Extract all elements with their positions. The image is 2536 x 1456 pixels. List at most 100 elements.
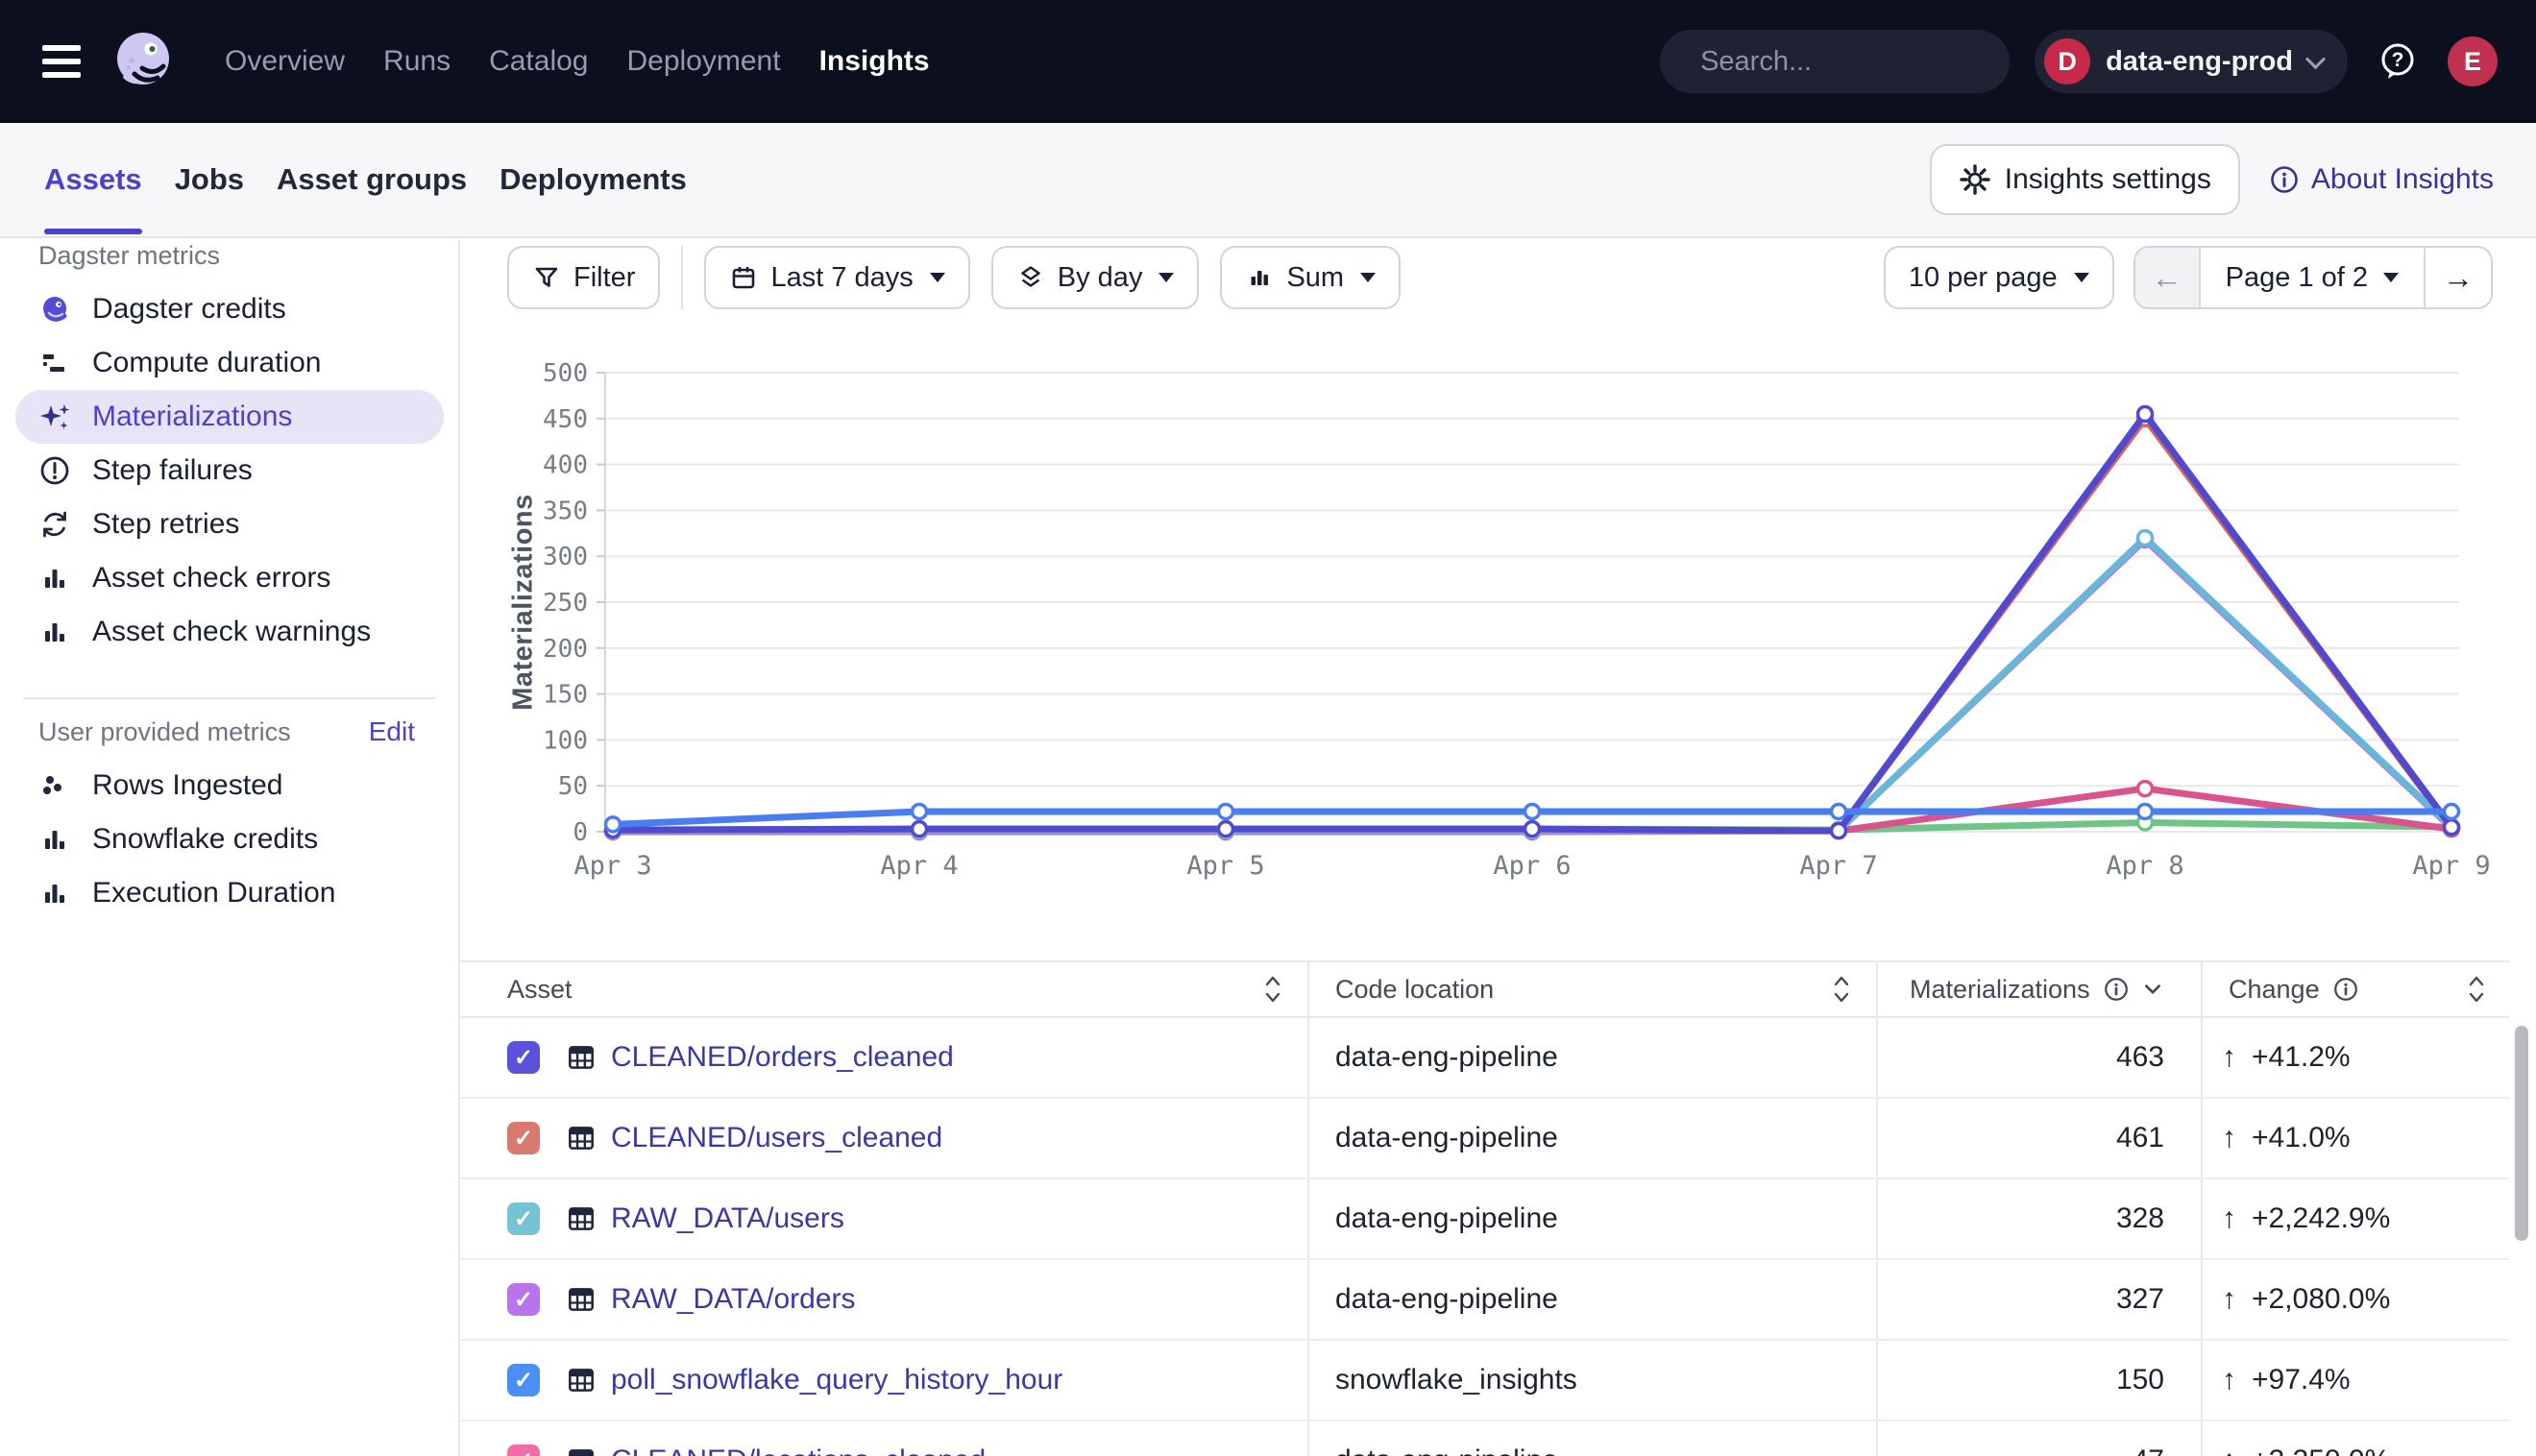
sidebar-item-dagster-credits[interactable]: Dagster credits [15, 282, 444, 336]
dagster-logo[interactable] [106, 24, 181, 99]
info-icon[interactable] [2102, 975, 2131, 1004]
tab-assets[interactable]: Assets [44, 123, 142, 236]
svg-text:450: 450 [543, 405, 588, 434]
code-location-value: data-eng-pipeline [1335, 1122, 1558, 1154]
info-icon[interactable] [2331, 975, 2360, 1004]
svg-text:Apr 4: Apr 4 [880, 851, 958, 881]
date-range-button[interactable]: Last 7 days [704, 246, 969, 309]
help-button[interactable]: ? [2373, 36, 2423, 86]
column-header-materializations[interactable]: Materializations [1910, 975, 2090, 1005]
search-box[interactable]: / [1660, 30, 2010, 93]
table-grid-icon [565, 1444, 597, 1456]
materializations-line-chart: 050100150200250300350400450500Apr 3Apr 4… [500, 336, 2536, 922]
sort-icon[interactable] [1832, 973, 1851, 1006]
svg-text:Apr 5: Apr 5 [1186, 851, 1264, 881]
asset-link[interactable]: poll_snowflake_query_history_hour [611, 1364, 1062, 1396]
caret-down-icon [930, 273, 945, 282]
sidebar-item-rows-ingested[interactable]: Rows Ingested [15, 759, 444, 813]
row-checkbox[interactable]: ✓ [507, 1202, 540, 1235]
table-row: ✓ CLEANED/users_cleaned data-eng-pipelin… [458, 1099, 2509, 1179]
sidebar-item-step-retries[interactable]: Step retries [15, 497, 444, 551]
sort-icon[interactable] [2467, 973, 2486, 1006]
column-header-code-location[interactable]: Code location [1335, 975, 1494, 1005]
tab-asset-groups[interactable]: Asset groups [277, 123, 467, 236]
materializations-value: 461 [2116, 1122, 2164, 1154]
table-row: ✓ CLEANED/locations_cleaned data-eng-pip… [458, 1421, 2509, 1456]
caret-down-icon [1158, 273, 1174, 282]
asset-link[interactable]: CLEANED/locations_cleaned [611, 1444, 986, 1456]
next-page-button[interactable]: → [2426, 248, 2491, 307]
asset-link[interactable]: CLEANED/orders_cleaned [611, 1041, 954, 1074]
chevron-down-icon[interactable] [2142, 979, 2163, 1000]
row-checkbox[interactable]: ✓ [507, 1364, 540, 1396]
column-header-asset[interactable]: Asset [507, 975, 573, 1005]
edit-user-metrics-link[interactable]: Edit [369, 716, 415, 747]
check-icon: ✓ [514, 1205, 533, 1233]
materializations-value: 328 [2116, 1202, 2164, 1235]
table-grid-icon [565, 1202, 597, 1235]
prev-page-button[interactable]: ← [2135, 248, 2199, 307]
svg-text:250: 250 [543, 589, 588, 618]
sort-icon[interactable] [1263, 973, 1282, 1006]
filter-button[interactable]: Filter [507, 246, 660, 309]
toolbar-divider [681, 246, 683, 309]
column-header-change[interactable]: Change [2229, 975, 2320, 1005]
asset-link[interactable]: CLEANED/users_cleaned [611, 1122, 942, 1154]
check-icon: ✓ [514, 1286, 533, 1314]
tab-deployments[interactable]: Deployments [500, 123, 687, 236]
hamburger-menu-icon[interactable] [42, 45, 81, 78]
page-selector[interactable]: Page 1 of 2 [2199, 248, 2426, 307]
search-input[interactable] [1700, 46, 2062, 78]
change-value: +2,250.0% [2252, 1444, 2390, 1456]
nav-link-overview[interactable]: Overview [225, 45, 345, 78]
chevron-down-icon [2305, 49, 2326, 69]
nav-link-insights[interactable]: Insights [819, 45, 930, 78]
svg-text:150: 150 [543, 681, 588, 710]
svg-text:Apr 3: Apr 3 [573, 851, 651, 881]
materializations-value: 150 [2116, 1364, 2164, 1396]
trend-up-arrow-icon: ↑ [2222, 1202, 2236, 1235]
chart-canvas: 050100150200250300350400450500Apr 3Apr 4… [500, 336, 2536, 922]
deployment-switcher[interactable]: D data-eng-prod [2035, 30, 2348, 93]
row-checkbox[interactable]: ✓ [507, 1041, 540, 1074]
per-page-dropdown[interactable]: 10 per page [1884, 246, 2114, 309]
svg-text:Apr 9: Apr 9 [2412, 851, 2490, 881]
sidebar-item-asset-check-warnings[interactable]: Asset check warnings [15, 605, 444, 659]
sidebar-item-execution-duration[interactable]: Execution Duration [15, 866, 444, 920]
check-icon: ✓ [514, 1367, 533, 1395]
code-location-value: data-eng-pipeline [1335, 1202, 1558, 1235]
bar-chart-icon [37, 560, 73, 596]
group-by-button[interactable]: By day [991, 246, 1200, 309]
vertical-scrollbar[interactable] [2515, 1026, 2528, 1241]
table-row: ✓ RAW_DATA/orders data-eng-pipeline 327 … [458, 1260, 2509, 1341]
aggregation-button[interactable]: Sum [1220, 246, 1401, 309]
sidebar-item-step-failures[interactable]: Step failures [15, 444, 444, 497]
sidebar-section-divider [23, 697, 436, 699]
alert-circle-icon [37, 452, 73, 489]
pagination-control: ← Page 1 of 2 → [2134, 246, 2493, 309]
nav-link-runs[interactable]: Runs [383, 45, 451, 78]
insights-settings-button[interactable]: Insights settings [1930, 144, 2240, 215]
trend-up-arrow-icon: ↑ [2222, 1283, 2236, 1316]
asset-link[interactable]: RAW_DATA/orders [611, 1283, 856, 1316]
sidebar-item-materializations[interactable]: Materializations [15, 390, 444, 444]
sidebar-item-asset-check-errors[interactable]: Asset check errors [15, 551, 444, 605]
table-grid-icon [565, 1364, 597, 1396]
user-metrics-section-title: User provided metrics [38, 717, 291, 747]
row-checkbox[interactable]: ✓ [507, 1283, 540, 1316]
svg-text:?: ? [2392, 49, 2404, 71]
sidebar-item-compute-duration[interactable]: Compute duration [15, 336, 444, 390]
row-checkbox[interactable]: ✓ [507, 1122, 540, 1154]
asset-link[interactable]: RAW_DATA/users [611, 1202, 844, 1235]
row-checkbox[interactable]: ✓ [507, 1444, 540, 1456]
sidebar-item-snowflake-credits[interactable]: Snowflake credits [15, 813, 444, 866]
about-insights-link[interactable]: About Insights [2269, 163, 2494, 196]
metrics-sidebar: Dagster metrics Dagster credits [15, 240, 444, 920]
svg-text:50: 50 [558, 772, 588, 801]
user-avatar[interactable]: E [2448, 36, 2498, 86]
nav-link-deployment[interactable]: Deployment [626, 45, 780, 78]
nav-link-catalog[interactable]: Catalog [489, 45, 588, 78]
tab-jobs[interactable]: Jobs [175, 123, 244, 236]
arrow-right-icon: → [2443, 260, 2474, 296]
change-value: +41.2% [2252, 1041, 2351, 1074]
